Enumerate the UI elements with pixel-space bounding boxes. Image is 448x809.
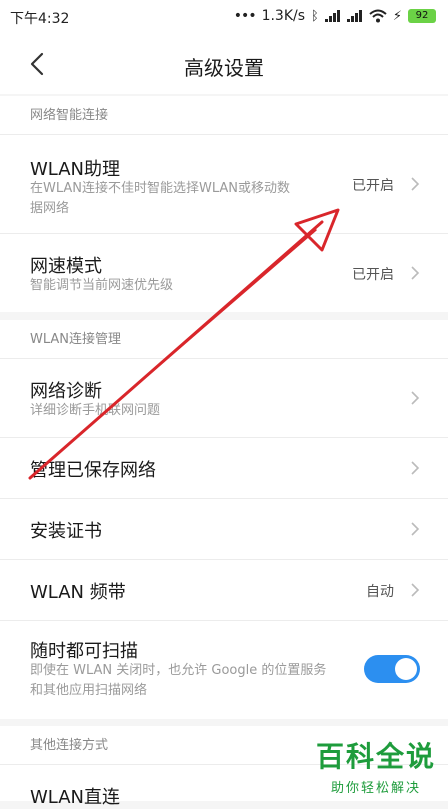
chevron-right-icon [411, 461, 420, 475]
wifi-icon [369, 9, 387, 23]
chevron-right-icon [411, 391, 420, 405]
row-value: 自动 [366, 584, 394, 600]
toggle-knob [395, 658, 417, 680]
manage-saved-networks-row[interactable]: 管理已保存网络 [0, 438, 448, 499]
row-title: WLAN助理 [30, 159, 121, 180]
always-scan-row[interactable]: 随时都可扫描 即使在 WLAN 关闭时，也允许 Google 的位置服务 和其他… [0, 621, 448, 719]
row-subtitle: 和其他应用扫描网络 [30, 683, 148, 698]
row-value: 已开启 [352, 267, 394, 283]
chevron-right-icon [411, 177, 420, 191]
network-speed: 1.3K/s [261, 8, 306, 24]
row-subtitle: 详细诊断手机联网问题 [30, 403, 161, 418]
battery-icon: 92 [408, 9, 436, 23]
section-network-smart-connect: 网络智能连接 WLAN助理 在WLAN连接不佳时智能选择WLAN或移动数 据网络… [0, 96, 448, 312]
row-value: 已开启 [352, 178, 394, 194]
row-title: 网速模式 [30, 256, 102, 277]
network-diagnosis-row[interactable]: 网络诊断 详细诊断手机联网问题 [0, 359, 448, 438]
row-title: 网络诊断 [30, 381, 102, 402]
more-dots-icon: ••• [233, 8, 257, 24]
speed-mode-row[interactable]: 网速模式 智能调节当前网速优先级 已开启 [0, 234, 448, 312]
chevron-right-icon [411, 583, 420, 597]
status-time: 下午4:32 [10, 11, 70, 27]
row-subtitle: 据网络 [30, 201, 70, 216]
signal-icon-2 [346, 10, 363, 22]
status-icons: ••• 1.3K/s ᛒ ⚡ 92 [234, 8, 436, 24]
section-header: 网络智能连接 [0, 96, 448, 135]
section-header: WLAN连接管理 [0, 320, 448, 359]
watermark-title: 百科全说 [315, 740, 436, 773]
title-bar: 高级设置 [0, 36, 448, 94]
status-bar: 下午4:32 ••• 1.3K/s ᛒ ⚡ 92 [0, 0, 448, 36]
wlan-band-row[interactable]: WLAN 频带 自动 [0, 560, 448, 621]
signal-icon-1 [324, 10, 341, 22]
chevron-right-icon [411, 522, 420, 536]
row-subtitle: 在WLAN连接不佳时智能选择WLAN或移动数 [30, 181, 291, 196]
row-title: WLAN直连 [30, 787, 121, 808]
row-title: 安装证书 [30, 521, 102, 542]
row-title: 随时都可扫描 [30, 641, 138, 662]
always-scan-toggle[interactable] [364, 655, 420, 683]
watermark-subtitle: 助你轻松解决 [330, 781, 421, 796]
row-subtitle: 即使在 WLAN 关闭时，也允许 Google 的位置服务 [30, 663, 327, 678]
page-title: 高级设置 [184, 56, 264, 80]
bluetooth-icon: ᛒ [311, 8, 319, 24]
section-wlan-management: WLAN连接管理 网络诊断 详细诊断手机联网问题 管理已保存网络 安装证书 WL… [0, 320, 448, 719]
charging-icon: ⚡ [392, 8, 402, 24]
chevron-right-icon [411, 266, 420, 280]
row-subtitle: 智能调节当前网速优先级 [30, 278, 174, 293]
wlan-assistant-row[interactable]: WLAN助理 在WLAN连接不佳时智能选择WLAN或移动数 据网络 已开启 [0, 135, 448, 234]
watermark-logo: 百科全说 助你轻松解决 [316, 735, 436, 796]
install-certificate-row[interactable]: 安装证书 [0, 499, 448, 560]
row-title: 管理已保存网络 [30, 460, 156, 481]
row-title: WLAN 频带 [30, 582, 126, 603]
